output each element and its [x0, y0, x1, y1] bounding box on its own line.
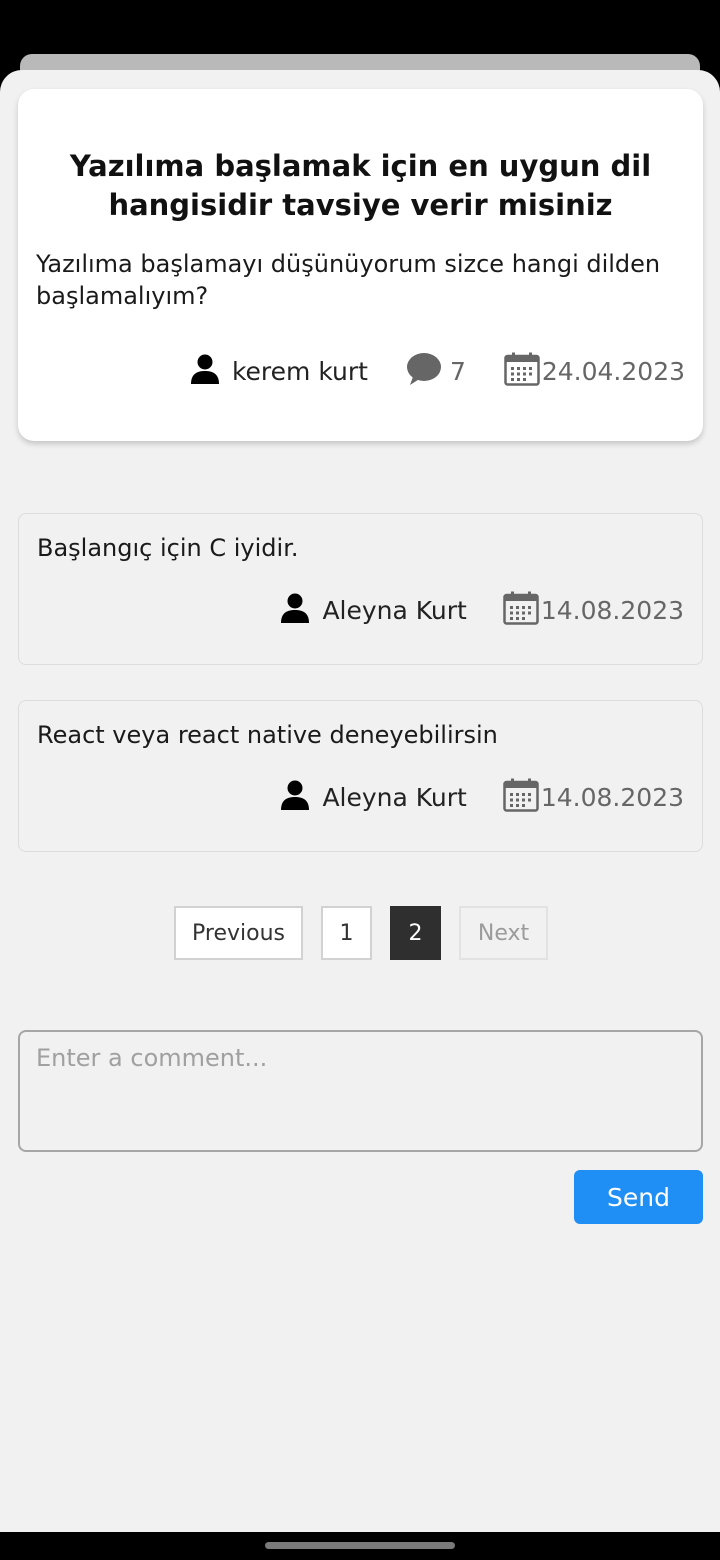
date-text: 14.08.2023: [540, 782, 684, 812]
author-name: kerem kurt: [231, 356, 368, 386]
home-indicator[interactable]: [265, 1542, 455, 1549]
question-comment-count: 7: [406, 352, 466, 390]
answer-text: React veya react native deneyebilirsin: [37, 721, 498, 749]
user-icon: [280, 592, 310, 628]
answer-author: Aleyna Kurt: [280, 779, 467, 815]
question-meta: kerem kurt 7 24.04.2023: [190, 351, 685, 391]
answer-card: Başlangıç için C iyidir. Aleyna Kurt 14.…: [18, 513, 703, 665]
calendar-icon: [503, 591, 539, 629]
answer-author: Aleyna Kurt: [280, 592, 467, 628]
status-bar: [0, 0, 720, 60]
comment-count: 7: [449, 356, 466, 386]
comment-input[interactable]: [18, 1030, 703, 1152]
answer-date: 14.08.2023: [503, 591, 684, 629]
answer-text: Başlangıç için C iyidir.: [37, 534, 299, 562]
answer-meta: Aleyna Kurt 14.08.2023: [280, 777, 684, 817]
author-name: Aleyna Kurt: [322, 782, 467, 812]
page-1-button[interactable]: 1: [321, 906, 372, 960]
question-card: Yazılıma başlamak için en uygun dil hang…: [18, 89, 703, 441]
calendar-icon: [504, 352, 540, 390]
user-icon: [280, 779, 310, 815]
date-text: 14.08.2023: [540, 595, 684, 625]
question-detail-sheet: Yazılıma başlamak için en uygun dil hang…: [0, 70, 720, 1532]
answer-card: React veya react native deneyebilirsin A…: [18, 700, 703, 852]
page-2-button[interactable]: 2: [390, 906, 441, 960]
question-title: Yazılıma başlamak için en uygun dil hang…: [69, 149, 652, 222]
calendar-icon: [503, 778, 539, 816]
comment-bubble-icon: [406, 352, 442, 390]
next-page-button[interactable]: Next: [459, 906, 548, 960]
answer-meta: Aleyna Kurt 14.08.2023: [280, 590, 684, 630]
author-name: Aleyna Kurt: [322, 595, 467, 625]
user-icon: [190, 353, 220, 389]
answer-date: 14.08.2023: [503, 778, 684, 816]
date-text: 24.04.2023: [541, 356, 685, 386]
pagination: Previous 1 2 Next: [0, 906, 720, 960]
send-button[interactable]: Send: [574, 1170, 703, 1224]
previous-page-button[interactable]: Previous: [174, 906, 303, 960]
question-author: kerem kurt: [190, 353, 368, 389]
question-body: Yazılıma başlamayı düşünüyorum sizce han…: [36, 250, 661, 310]
navigation-bar: [0, 1532, 720, 1560]
question-date: 24.04.2023: [504, 352, 685, 390]
